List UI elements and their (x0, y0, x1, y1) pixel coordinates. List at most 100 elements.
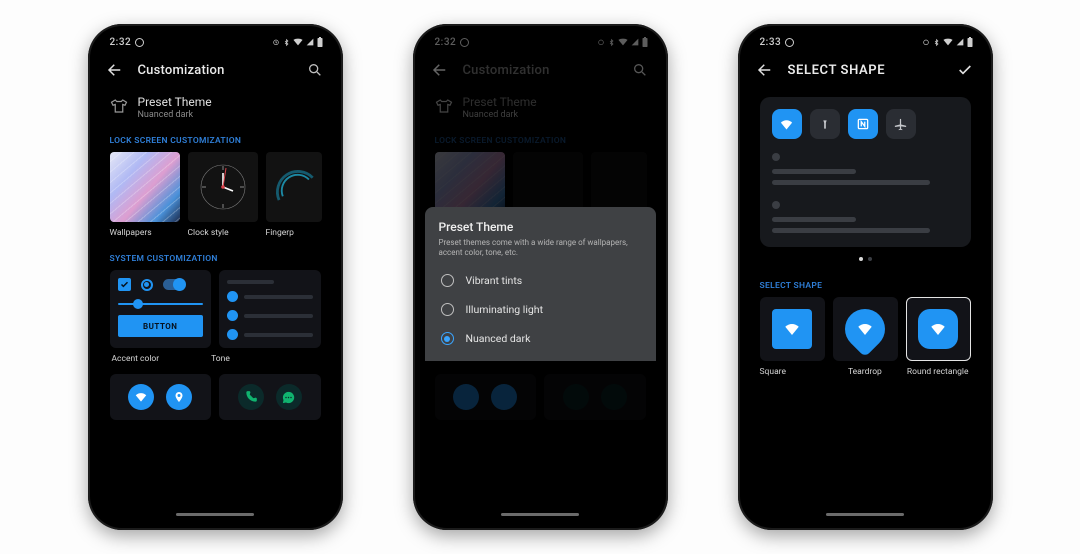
tone-dot-icon (227, 329, 238, 340)
preset-option-label: Illuminating light (466, 303, 544, 316)
preset-theme-sub: Nuanced dark (138, 110, 212, 120)
phone-customization: 2:32 Customization (88, 24, 343, 530)
tone-dot-icon (227, 310, 238, 321)
tile-clock-style[interactable]: Clock style (188, 152, 258, 238)
tile-wallpapers-label: Wallpapers (110, 228, 180, 238)
preset-option-vibrant[interactable]: Vibrant tints (439, 266, 642, 295)
card-app-icons[interactable] (219, 374, 321, 420)
location-circle-icon (166, 384, 192, 410)
home-indicator[interactable] (176, 513, 254, 516)
card-accent-color[interactable]: BUTTON (110, 270, 212, 348)
tile-fingerprint-label: Fingerp (266, 228, 322, 238)
radio-checked-icon (441, 332, 454, 345)
shape-option-teardrop[interactable] (833, 297, 898, 361)
battery-icon (317, 37, 323, 47)
search-button[interactable] (307, 62, 323, 78)
cell-signal-icon (306, 38, 314, 46)
home-indicator[interactable] (826, 513, 904, 516)
wifi-circle-icon (128, 384, 154, 410)
bluetooth-icon (283, 38, 290, 47)
preset-theme-label: Preset Theme (138, 95, 212, 109)
shape-roundrect-label: Round rectangle (905, 367, 970, 377)
phone-preset-sheet: 2:32 Customization Preset ThemeNuanced d… (413, 24, 668, 530)
arrow-left-icon (106, 61, 124, 79)
qs-flashlight-tile (810, 109, 840, 139)
analog-clock-icon (193, 157, 253, 217)
tshirt-icon (110, 97, 128, 115)
app-header: SELECT SHAPE (750, 51, 981, 89)
card-accent-label: Accent color (112, 354, 160, 364)
tone-dot-icon (227, 291, 238, 302)
fingerprint-ring-icon (266, 157, 322, 217)
tile-wallpapers[interactable]: Wallpapers (110, 152, 180, 238)
section-sys-label: SYSTEM CUSTOMIZATION (100, 238, 331, 270)
qs-wifi-tile (772, 109, 802, 139)
section-shape-label: SELECT SHAPE (750, 265, 981, 297)
shape-option-square[interactable] (760, 297, 825, 361)
shape-preview-panel (760, 97, 971, 247)
card-tone[interactable] (219, 270, 321, 348)
confirm-button[interactable] (957, 62, 973, 78)
preset-theme-sheet: Preset Theme Preset themes come with a w… (425, 207, 656, 361)
phone-select-shape: 2:33 SELECT SHAPE (738, 24, 993, 530)
cell-signal-icon (956, 38, 964, 46)
radio-unchecked-icon (441, 303, 454, 316)
preset-option-label: Nuanced dark (466, 332, 531, 345)
preset-option-light[interactable]: Illuminating light (439, 295, 642, 324)
wifi-signal-icon (293, 38, 303, 46)
phone-circle-icon (238, 384, 264, 410)
lock-screen-tiles: Wallpapers Clock style (100, 152, 331, 238)
back-button[interactable] (106, 61, 124, 79)
wifi-signal-icon (943, 38, 953, 46)
status-sys-icons (922, 37, 973, 47)
wifi-icon (856, 320, 874, 338)
status-dot-icon (135, 38, 144, 47)
status-bar: 2:33 (750, 31, 981, 51)
check-icon (957, 62, 973, 78)
page-title: SELECT SHAPE (788, 63, 886, 78)
bluetooth-icon (933, 38, 940, 47)
card-quick-tiles[interactable] (110, 374, 212, 420)
tile-fingerprint[interactable]: Fingerp (266, 152, 322, 238)
status-bar: 2:32 (100, 31, 331, 51)
status-time: 2:32 (110, 37, 132, 48)
preset-option-label: Vibrant tints (466, 274, 523, 287)
shape-teardrop-label: Teardrop (832, 367, 897, 377)
page-title: Customization (138, 63, 225, 78)
card-tone-label: Tone (211, 354, 230, 364)
battery-icon (967, 37, 973, 47)
status-time: 2:33 (760, 37, 782, 48)
home-indicator[interactable] (501, 513, 579, 516)
checkbox-icon (118, 278, 131, 291)
shape-square-label: Square (760, 367, 825, 377)
status-dot-icon (785, 38, 794, 47)
wallpaper-art (110, 152, 180, 222)
arrow-left-icon (756, 61, 774, 79)
status-sys-icons (272, 37, 323, 47)
tone-heading-bar (227, 280, 274, 284)
radio-icon (141, 279, 153, 291)
preset-theme-row[interactable]: Preset Theme Nuanced dark (100, 89, 331, 120)
slider-icon (118, 303, 204, 305)
qs-nfc-tile (848, 109, 878, 139)
wifi-icon (929, 320, 947, 338)
preview-pager[interactable] (750, 257, 981, 261)
tile-clock-label: Clock style (188, 228, 258, 238)
back-button[interactable] (756, 61, 774, 79)
app-header: Customization (100, 51, 331, 89)
qs-airplane-tile (886, 109, 916, 139)
wifi-icon (783, 320, 801, 338)
preview-list-lines (772, 153, 959, 233)
sample-button: BUTTON (118, 315, 204, 337)
alarm-icon (272, 38, 280, 46)
sheet-title: Preset Theme (439, 220, 642, 234)
shape-option-round-rect[interactable] (906, 297, 971, 361)
preset-option-dark[interactable]: Nuanced dark (439, 324, 642, 353)
alarm-icon (922, 38, 930, 46)
search-icon (307, 62, 323, 78)
section-lock-label: LOCK SCREEN CUSTOMIZATION (100, 120, 331, 152)
sheet-desc: Preset themes come with a wide range of … (439, 238, 642, 258)
toggle-icon (163, 279, 185, 290)
radio-unchecked-icon (441, 274, 454, 287)
messages-circle-icon (276, 384, 302, 410)
